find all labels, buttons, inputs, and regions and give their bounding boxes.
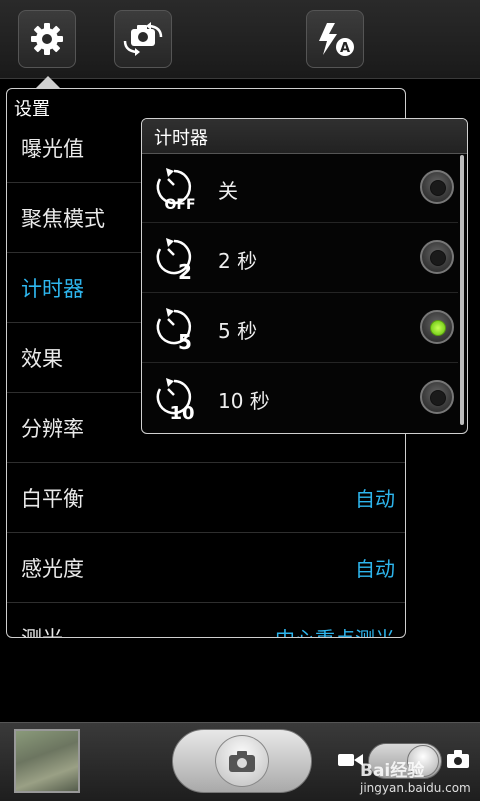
timer-option-off[interactable]: OFF 关 [142,153,458,223]
timer-option-2s[interactable]: 2 2 秒 [142,223,458,293]
setting-label: 聚焦模式 [21,207,105,231]
timer-popup: 计时器 OFF 关 2 2 秒 5 5 秒 10 10 秒 [141,118,468,434]
timer-2s-icon: 2 [156,238,192,281]
setting-row-metering[interactable]: 测光 中心重点测光 [7,603,405,637]
timer-5s-icon: 5 [156,308,192,351]
timer-option-label: 5 秒 [218,319,258,343]
timer-scrollbar[interactable] [460,155,464,425]
setting-label: 白平衡 [21,487,84,511]
setting-value: 自动 [355,557,395,581]
switch-camera-icon [123,22,163,56]
gallery-thumbnail[interactable] [14,729,80,793]
timer-icon-text: OFF [164,197,195,211]
top-toolbar: A [0,0,480,79]
setting-row-white-balance[interactable]: 白平衡 自动 [7,463,405,533]
shutter-button[interactable] [172,729,312,793]
setting-label: 测光 [21,623,63,637]
timer-icon-text: 5 [178,330,192,351]
watermark-brand2: 经验 [390,761,425,781]
settings-button[interactable] [18,10,76,68]
radio-button[interactable] [420,380,454,414]
settings-pointer [36,76,60,88]
timer-icon-text: 10 [169,403,194,421]
setting-label: 感光度 [21,557,84,581]
shutter-knob [215,735,269,787]
timer-option-label: 关 [218,179,238,203]
setting-row-iso[interactable]: 感光度 自动 [7,533,405,603]
watermark: Bai经验 jingyan.baidu.com [360,756,471,795]
setting-label: 计时器 [21,277,84,301]
radio-button-selected[interactable] [420,310,454,344]
timer-off-icon: OFF [156,168,196,211]
radio-button[interactable] [420,170,454,204]
gear-icon [31,23,63,55]
flash-badge: A [340,41,350,56]
watermark-url: jingyan.baidu.com [360,781,471,795]
timer-10s-icon: 10 [156,378,195,421]
timer-option-label: 10 秒 [218,389,270,413]
timer-option-10s[interactable]: 10 10 秒 [142,363,458,433]
camera-icon [229,751,255,772]
switch-camera-button[interactable] [114,10,172,68]
timer-option-label: 2 秒 [218,249,258,273]
watermark-brand: Bai [360,761,391,781]
timer-icon-text: 2 [178,260,192,281]
flash-auto-icon: A [319,23,354,56]
setting-label: 分辨率 [21,417,84,441]
setting-value: 自动 [355,487,395,511]
setting-value: 中心重点测光 [275,623,395,637]
timer-header: 计时器 [142,119,467,154]
flash-mode-button[interactable]: A [306,10,364,68]
timer-title: 计时器 [154,128,208,149]
setting-label: 曝光值 [21,137,84,161]
setting-label: 效果 [21,347,63,371]
radio-button[interactable] [420,240,454,274]
timer-option-5s[interactable]: 5 5 秒 [142,293,458,363]
